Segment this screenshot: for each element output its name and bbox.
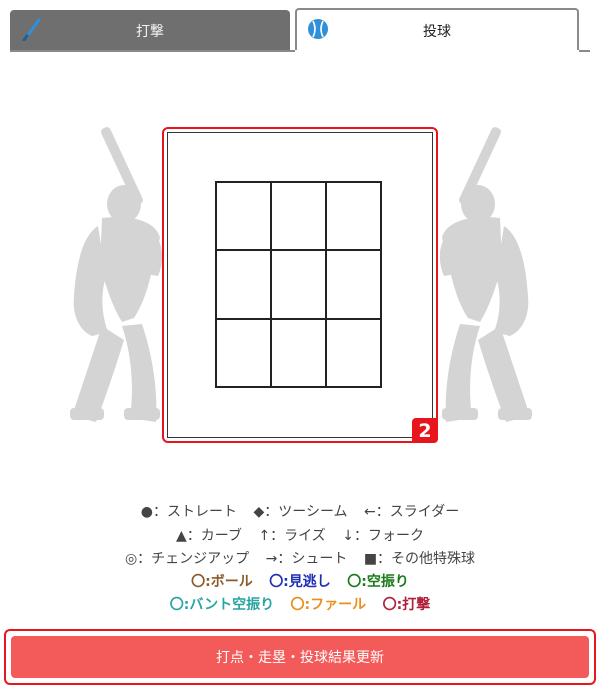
result-bunt-miss: 〇:バント空振り (169, 597, 275, 613)
legend-item: ←：スライダー (364, 504, 460, 520)
legend-row: ●：ストレート ◆：ツーシーム ←：スライダー (0, 501, 600, 521)
update-button-highlight: 打点・走塁・投球結果更新 (4, 629, 596, 685)
left-batter-silhouette (70, 127, 163, 422)
result-swinging-strike: 〇:空振り (347, 574, 409, 590)
legend-item: →：シュート (265, 551, 348, 567)
update-results-button[interactable]: 打点・走塁・投球結果更新 (11, 636, 589, 678)
result-hit: 〇:打撃 (382, 597, 431, 613)
zone-cell-5[interactable] (271, 250, 326, 319)
zone-number-badge: 2 (412, 418, 438, 443)
legend-item: ■：その他特殊球 (363, 551, 476, 567)
zone-cell-4[interactable] (216, 250, 271, 319)
right-batter-silhouette (439, 127, 532, 422)
tab-pitching-label: 投球 (423, 24, 451, 40)
tab-batting[interactable]: 打撃 (10, 10, 290, 52)
legend-item: ◎：チェンジアップ (124, 551, 250, 567)
zone-cell-1[interactable] (216, 182, 271, 251)
zone-cell-2[interactable] (271, 182, 326, 251)
tab-bar: 打撃 投球 (10, 8, 590, 52)
zone-cell-9[interactable] (326, 318, 381, 387)
tab-pitching[interactable]: 投球 (295, 8, 579, 52)
legend-item: ▲：カーブ (176, 528, 242, 544)
legend-item: ↑：ライズ (258, 528, 326, 544)
legend-row: ▲：カーブ ↑：ライズ ↓：フォーク (0, 525, 600, 545)
result-legend-row: 〇:バント空振り 〇:ファール 〇:打撃 (0, 594, 600, 614)
zone-cell-7[interactable] (216, 318, 271, 387)
tab-batting-label: 打撃 (136, 24, 164, 40)
zone-cell-6[interactable] (326, 250, 381, 319)
zone-cell-3[interactable] (326, 182, 381, 251)
result-legend-row: 〇:ボール 〇:見逃し 〇:空振り (0, 571, 600, 591)
bat-icon (22, 17, 42, 45)
legend-item: ●：ストレート (140, 504, 238, 520)
legend-row: ◎：チェンジアップ →：シュート ■：その他特殊球 (0, 548, 600, 568)
legend-item: ◆：ツーシーム (253, 504, 348, 520)
result-ball: 〇:ボール (191, 574, 253, 590)
result-called-strike: 〇:見逃し (269, 574, 331, 590)
strike-zone-grid (215, 181, 382, 388)
baseball-icon (307, 18, 329, 44)
result-foul: 〇:ファール (290, 597, 367, 613)
legend-item: ↓：フォーク (342, 528, 424, 544)
update-results-label: 打点・走塁・投球結果更新 (216, 650, 384, 666)
zone-cell-8[interactable] (271, 318, 326, 387)
